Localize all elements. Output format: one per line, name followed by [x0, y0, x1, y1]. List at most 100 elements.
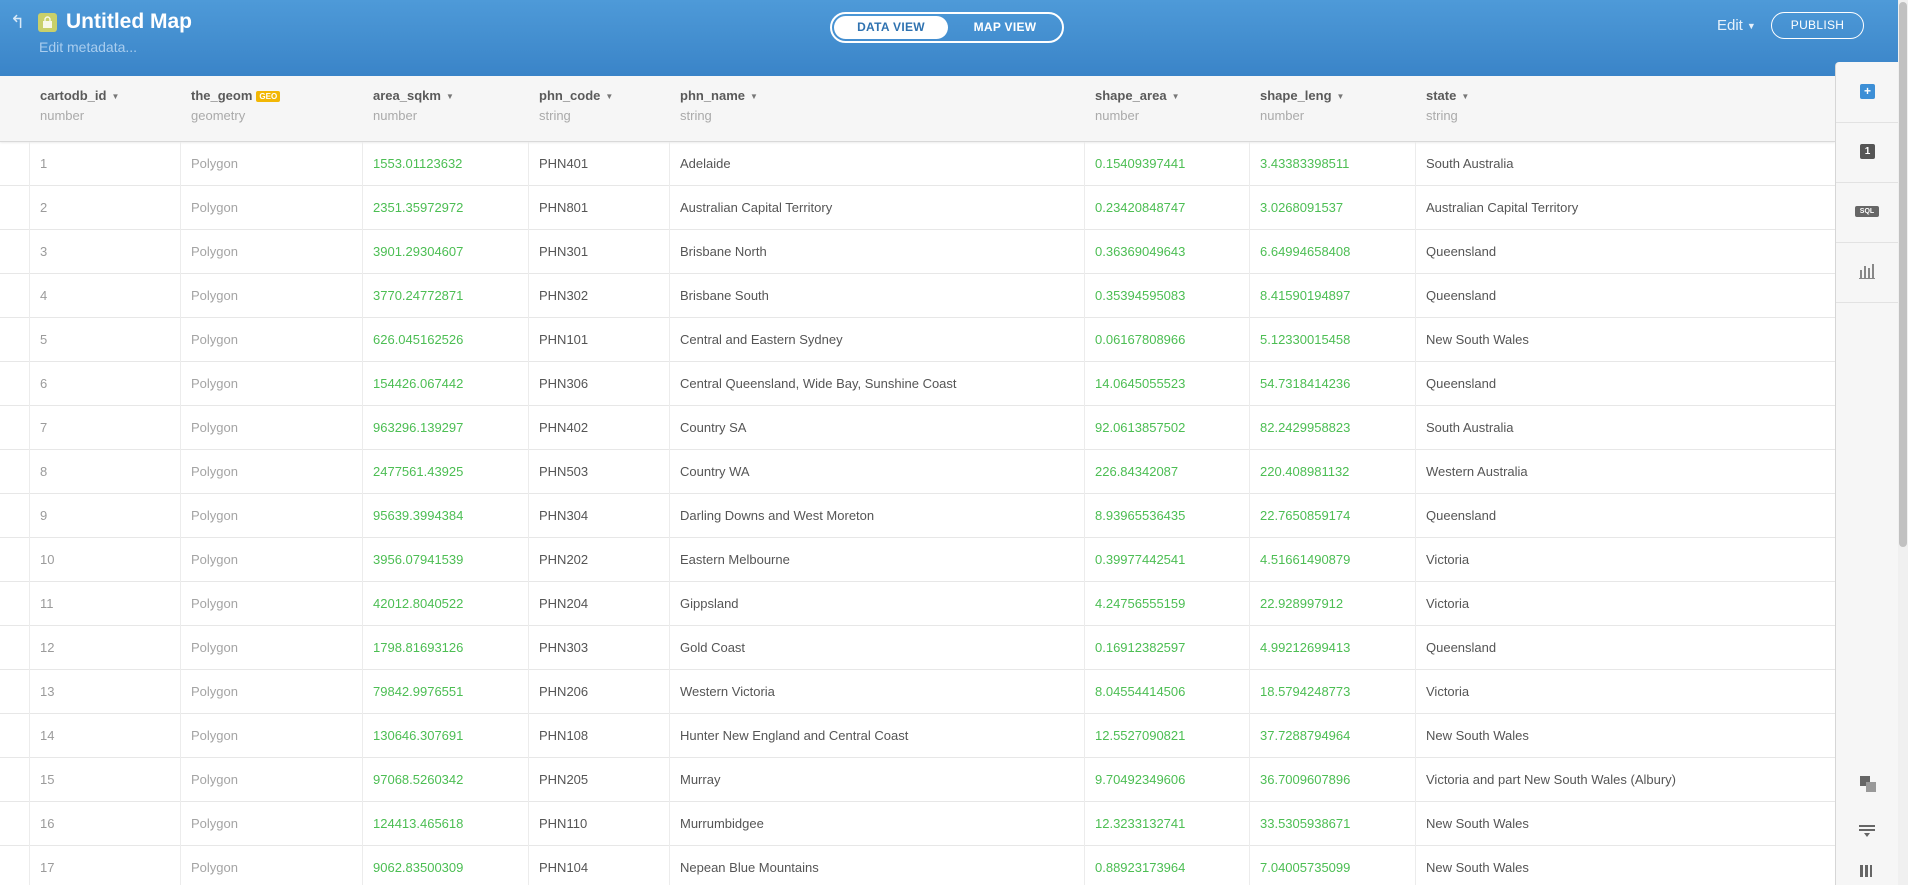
cell-shape-area[interactable]: 0.39977442541: [1085, 538, 1250, 582]
cell-state[interactable]: South Australia: [1416, 142, 1835, 186]
cell-shape-area[interactable]: 0.16912382597: [1085, 626, 1250, 670]
cell-shape-leng[interactable]: 3.0268091537: [1250, 186, 1416, 230]
cell-phn-name[interactable]: Country WA: [670, 450, 1085, 494]
cell-the-geom[interactable]: Polygon: [181, 538, 363, 582]
cell-shape-area[interactable]: 0.23420848747: [1085, 186, 1250, 230]
cell-cartodb-id[interactable]: 1: [30, 142, 181, 186]
cell-the-geom[interactable]: Polygon: [181, 406, 363, 450]
cell-shape-leng[interactable]: 4.51661490879: [1250, 538, 1416, 582]
cell-cartodb-id[interactable]: 2: [30, 186, 181, 230]
cell-cartodb-id[interactable]: 8: [30, 450, 181, 494]
cell-phn-name[interactable]: Darling Downs and West Moreton: [670, 494, 1085, 538]
cell-the-geom[interactable]: Polygon: [181, 758, 363, 802]
cell-phn-code[interactable]: PHN801: [529, 186, 670, 230]
cell-cartodb-id[interactable]: 5: [30, 318, 181, 362]
cell-shape-leng[interactable]: 54.7318414236: [1250, 362, 1416, 406]
cell-cartodb-id[interactable]: 6: [30, 362, 181, 406]
cell-phn-code[interactable]: PHN205: [529, 758, 670, 802]
cell-the-geom[interactable]: Polygon: [181, 274, 363, 318]
cell-the-geom[interactable]: Polygon: [181, 670, 363, 714]
cell-state[interactable]: Queensland: [1416, 362, 1835, 406]
cell-phn-code[interactable]: PHN108: [529, 714, 670, 758]
cell-shape-area[interactable]: 0.36369049643: [1085, 230, 1250, 274]
cell-shape-area[interactable]: 0.06167808966: [1085, 318, 1250, 362]
cell-phn-name[interactable]: Country SA: [670, 406, 1085, 450]
cell-state[interactable]: Victoria: [1416, 582, 1835, 626]
cell-cartodb-id[interactable]: 7: [30, 406, 181, 450]
cell-cartodb-id[interactable]: 11: [30, 582, 181, 626]
cell-cartodb-id[interactable]: 15: [30, 758, 181, 802]
cell-shape-leng[interactable]: 7.04005735099: [1250, 846, 1416, 885]
cell-phn-name[interactable]: Nepean Blue Mountains: [670, 846, 1085, 885]
column-header-cartodb-id[interactable]: cartodb_id ▼ number: [30, 76, 181, 141]
cell-shape-area[interactable]: 9.70492349606: [1085, 758, 1250, 802]
cell-cartodb-id[interactable]: 3: [30, 230, 181, 274]
cell-area-sqkm[interactable]: 42012.8040522: [363, 582, 529, 626]
cell-the-geom[interactable]: Polygon: [181, 802, 363, 846]
cell-area-sqkm[interactable]: 97068.5260342: [363, 758, 529, 802]
cell-shape-leng[interactable]: 22.928997912: [1250, 582, 1416, 626]
column-options-caret-icon[interactable]: ▼: [446, 92, 454, 101]
cell-phn-name[interactable]: Eastern Melbourne: [670, 538, 1085, 582]
cell-shape-area[interactable]: 12.5527090821: [1085, 714, 1250, 758]
cell-phn-code[interactable]: PHN101: [529, 318, 670, 362]
cell-area-sqkm[interactable]: 9062.83500309: [363, 846, 529, 885]
edit-menu[interactable]: Edit ▼: [1717, 17, 1756, 34]
cell-area-sqkm[interactable]: 3770.24772871: [363, 274, 529, 318]
cell-cartodb-id[interactable]: 10: [30, 538, 181, 582]
cell-area-sqkm[interactable]: 95639.3994384: [363, 494, 529, 538]
column-options-caret-icon[interactable]: ▼: [1337, 92, 1345, 101]
cell-phn-name[interactable]: Western Victoria: [670, 670, 1085, 714]
cell-phn-name[interactable]: Hunter New England and Central Coast: [670, 714, 1085, 758]
cell-shape-leng[interactable]: 18.5794248773: [1250, 670, 1416, 714]
cell-area-sqkm[interactable]: 1798.81693126: [363, 626, 529, 670]
cell-state[interactable]: Victoria: [1416, 670, 1835, 714]
column-options-caret-icon[interactable]: ▼: [1172, 92, 1180, 101]
cell-area-sqkm[interactable]: 963296.139297: [363, 406, 529, 450]
cell-phn-code[interactable]: PHN301: [529, 230, 670, 274]
cell-phn-code[interactable]: PHN302: [529, 274, 670, 318]
cell-the-geom[interactable]: Polygon: [181, 626, 363, 670]
cell-shape-leng[interactable]: 37.7288794964: [1250, 714, 1416, 758]
cell-shape-area[interactable]: 0.88923173964: [1085, 846, 1250, 885]
cell-phn-name[interactable]: Central Queensland, Wide Bay, Sunshine C…: [670, 362, 1085, 406]
cell-state[interactable]: Western Australia: [1416, 450, 1835, 494]
cell-cartodb-id[interactable]: 14: [30, 714, 181, 758]
column-options-caret-icon[interactable]: ▼: [1461, 92, 1469, 101]
cell-shape-leng[interactable]: 220.408981132: [1250, 450, 1416, 494]
cell-the-geom[interactable]: Polygon: [181, 582, 363, 626]
chart-button[interactable]: [1836, 242, 1899, 303]
cell-shape-leng[interactable]: 4.99212699413: [1250, 626, 1416, 670]
cell-shape-leng[interactable]: 82.2429958823: [1250, 406, 1416, 450]
cell-state[interactable]: Queensland: [1416, 626, 1835, 670]
sql-button[interactable]: SQL: [1836, 182, 1899, 243]
cell-the-geom[interactable]: Polygon: [181, 186, 363, 230]
cell-phn-name[interactable]: Gippsland: [670, 582, 1085, 626]
filter-button[interactable]: [1836, 814, 1899, 854]
column-options-caret-icon[interactable]: ▼: [111, 92, 119, 101]
cell-state[interactable]: Queensland: [1416, 274, 1835, 318]
cell-the-geom[interactable]: Polygon: [181, 230, 363, 274]
back-arrow-icon[interactable]: ↰: [10, 12, 30, 32]
cell-phn-code[interactable]: PHN503: [529, 450, 670, 494]
scrollbar-thumb[interactable]: [1899, 2, 1907, 547]
cell-shape-area[interactable]: 4.24756555159: [1085, 582, 1250, 626]
cell-state[interactable]: Victoria and part New South Wales (Albur…: [1416, 758, 1835, 802]
cell-phn-name[interactable]: Murrumbidgee: [670, 802, 1085, 846]
cell-shape-leng[interactable]: 6.64994658408: [1250, 230, 1416, 274]
column-header-state[interactable]: state ▼ string: [1416, 76, 1835, 141]
cell-shape-area[interactable]: 12.3233132741: [1085, 802, 1250, 846]
cell-phn-code[interactable]: PHN303: [529, 626, 670, 670]
cell-shape-leng[interactable]: 33.5305938671: [1250, 802, 1416, 846]
cell-shape-area[interactable]: 14.0645055523: [1085, 362, 1250, 406]
cell-state[interactable]: New South Wales: [1416, 802, 1835, 846]
column-header-phn-name[interactable]: phn_name ▼ string: [670, 76, 1085, 141]
cell-shape-leng[interactable]: 22.7650859174: [1250, 494, 1416, 538]
cell-area-sqkm[interactable]: 2351.35972972: [363, 186, 529, 230]
cell-phn-code[interactable]: PHN110: [529, 802, 670, 846]
cell-cartodb-id[interactable]: 16: [30, 802, 181, 846]
cell-shape-area[interactable]: 0.35394595083: [1085, 274, 1250, 318]
cell-the-geom[interactable]: Polygon: [181, 450, 363, 494]
page-scrollbar[interactable]: [1898, 0, 1908, 885]
cell-area-sqkm[interactable]: 3901.29304607: [363, 230, 529, 274]
